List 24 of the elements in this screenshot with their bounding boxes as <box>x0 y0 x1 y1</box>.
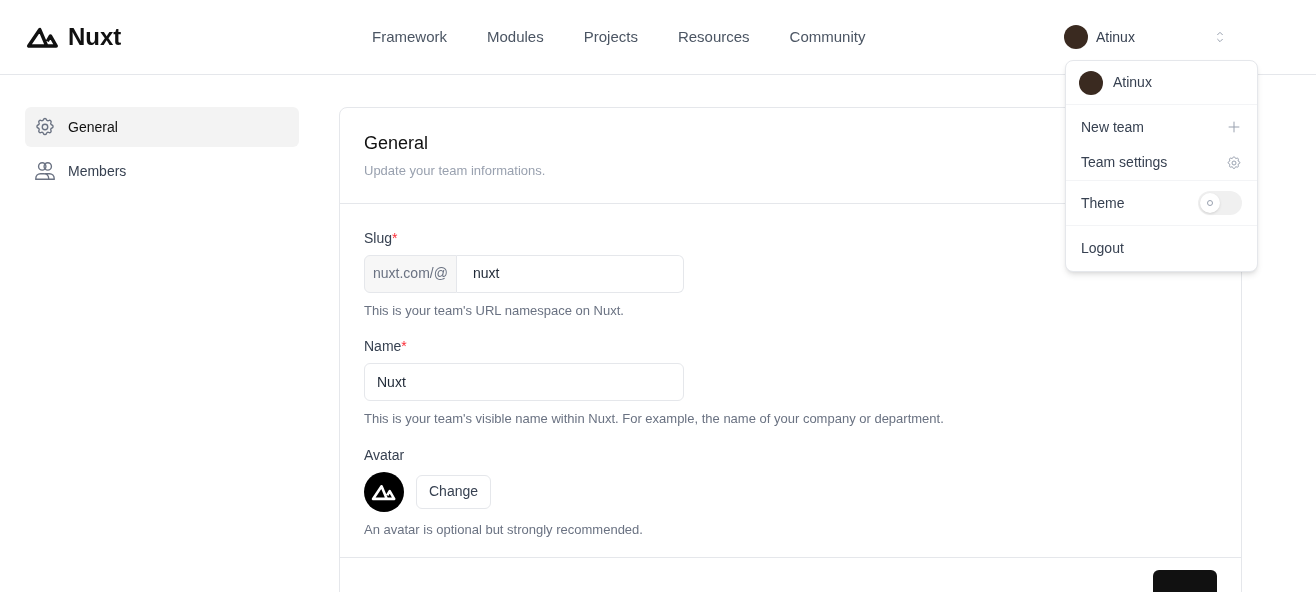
nav-link[interactable]: Modules <box>487 25 544 49</box>
change-button[interactable]: Change <box>416 474 492 509</box>
menu-item[interactable]: New team <box>1066 109 1257 145</box>
card-subtitle: Update your team informations. <box>364 162 546 180</box>
logo-text: Nuxt <box>68 22 122 52</box>
nav-link[interactable]: Framework <box>372 25 447 49</box>
menu-user-name: Atinux <box>1113 73 1152 92</box>
user-switcher[interactable]: Atinux <box>1064 25 1228 49</box>
field-help: This is your team's visible name within Nuxt. For example, the name of your company or department. <box>364 410 945 428</box>
url-prefix: nuxt.com/@ <box>364 254 457 293</box>
field-help: This is your team's URL namespace on Nuxt. <box>364 301 625 320</box>
sidebar-item[interactable]: Members <box>25 151 299 191</box>
name-field[interactable]: Nuxt <box>364 363 684 401</box>
sidebar-item[interactable]: General <box>25 107 299 147</box>
card-title: General <box>364 132 430 155</box>
field-label: Name* <box>364 337 407 356</box>
field-label: Slug* <box>364 228 398 248</box>
slug-field[interactable]: nuxt <box>456 254 684 293</box>
menu-item[interactable]: Logout <box>1066 226 1257 271</box>
field-label: Avatar <box>364 445 405 465</box>
nav-link[interactable]: Resources <box>677 25 750 49</box>
field-help: An avatar is optional but strongly recommended. <box>364 520 644 539</box>
nav-link[interactable]: Community <box>789 25 866 49</box>
nav-link[interactable]: Projects <box>583 25 638 49</box>
